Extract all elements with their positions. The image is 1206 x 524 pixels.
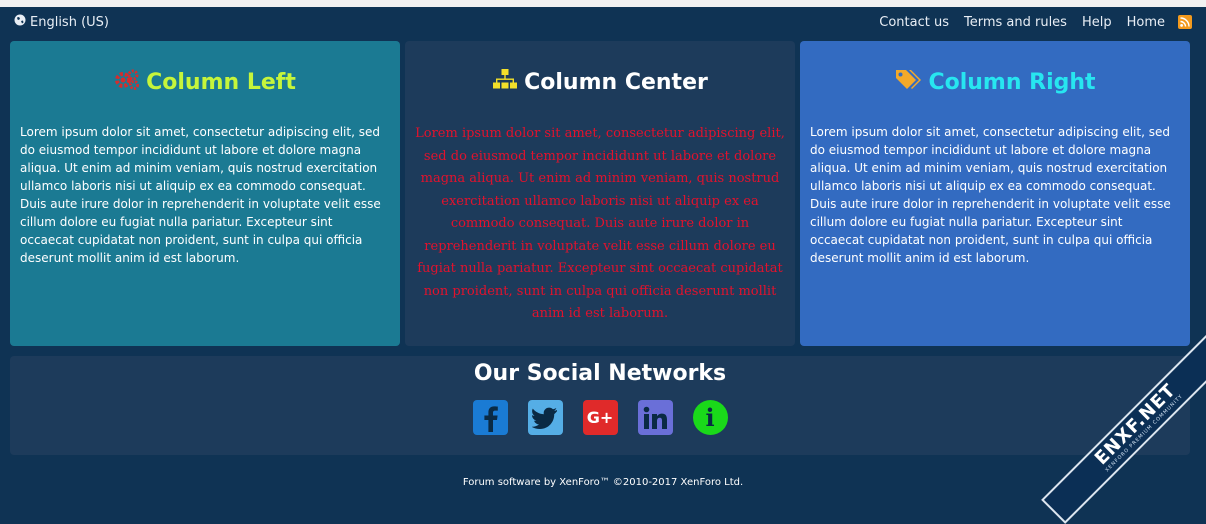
language-label: English (US) bbox=[30, 14, 109, 30]
column-center-heading: Column Center bbox=[405, 68, 795, 96]
info-icon[interactable]: i bbox=[692, 400, 728, 435]
browser-top-strip bbox=[0, 0, 1206, 7]
column-left: Column Left Lorem ipsum dolor sit amet, … bbox=[10, 41, 400, 346]
column-left-heading: Column Left bbox=[10, 68, 400, 96]
top-links: Contact us Terms and rules Help Home bbox=[879, 15, 1192, 30]
social-icons: G+ i bbox=[10, 400, 1190, 435]
info-label: i bbox=[705, 403, 715, 432]
column-right: Column Right Lorem ipsum dolor sit amet,… bbox=[800, 41, 1190, 346]
column-right-heading: Column Right bbox=[800, 68, 1190, 96]
column-right-title: Column Right bbox=[928, 69, 1096, 95]
contact-us-link[interactable]: Contact us bbox=[879, 15, 949, 30]
social-networks-title: Our Social Networks bbox=[473, 361, 727, 386]
column-center-title: Column Center bbox=[524, 69, 708, 95]
column-center: Column Center Lorem ipsum dolor sit amet… bbox=[405, 41, 795, 346]
facebook-icon[interactable] bbox=[472, 400, 508, 435]
column-left-title: Column Left bbox=[146, 69, 296, 95]
gears-icon bbox=[114, 68, 140, 96]
column-center-text: Lorem ipsum dolor sit amet, consectetur … bbox=[415, 126, 785, 321]
column-right-text: Lorem ipsum dolor sit amet, consectetur … bbox=[810, 125, 1171, 265]
footer-credit: Forum software by XenForo™ ©2010-2017 Xe… bbox=[462, 477, 744, 488]
language-selector[interactable]: English (US) bbox=[14, 14, 109, 30]
google-plus-label: G+ bbox=[586, 408, 614, 427]
globe-icon bbox=[14, 14, 26, 30]
tags-icon bbox=[894, 68, 922, 96]
sitemap-icon bbox=[492, 68, 518, 96]
rss-icon[interactable] bbox=[1178, 15, 1192, 29]
home-link[interactable]: Home bbox=[1127, 15, 1165, 30]
linkedin-icon[interactable] bbox=[637, 400, 673, 435]
column-left-text: Lorem ipsum dolor sit amet, consectetur … bbox=[20, 125, 381, 265]
terms-and-rules-link[interactable]: Terms and rules bbox=[964, 15, 1067, 30]
help-link[interactable]: Help bbox=[1082, 15, 1112, 30]
social-networks-panel: Our Social Networks G+ i bbox=[10, 356, 1190, 455]
twitter-icon[interactable] bbox=[527, 400, 563, 435]
top-bar: English (US) Contact us Terms and rules … bbox=[0, 7, 1206, 37]
google-plus-icon[interactable]: G+ bbox=[582, 400, 618, 435]
